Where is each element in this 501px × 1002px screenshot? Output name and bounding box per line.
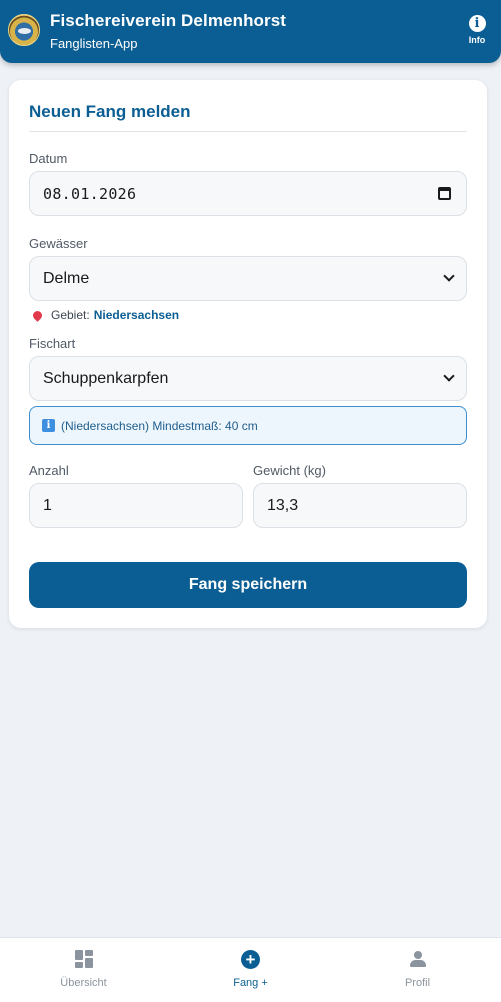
nav-item-profile[interactable]: Profil — [334, 938, 501, 1002]
title-divider — [29, 131, 467, 132]
region-info: Gebiet: Niedersachsen — [31, 308, 179, 322]
min-size-notice: i (Niedersachsen) Mindestmaß: 40 cm — [29, 406, 467, 445]
chevron-down-icon — [443, 270, 455, 282]
count-input[interactable]: 1 — [29, 483, 243, 528]
date-value: 08.01.2026 — [43, 184, 137, 203]
info-label: Info — [468, 35, 486, 45]
nav-label-profile: Profil — [404, 977, 431, 989]
date-label: Datum — [29, 151, 68, 166]
nav-label-add-catch: Fang + — [233, 977, 268, 989]
count-label: Anzahl — [29, 463, 69, 478]
app-title: Fischereiverein Delmenhorst — [50, 11, 287, 30]
fish-label: Fischart — [29, 336, 76, 351]
nav-item-add-catch[interactable]: + Fang + — [167, 938, 334, 1002]
info-icon: i — [468, 15, 486, 32]
date-input[interactable]: 08.01.2026 — [29, 171, 467, 216]
user-icon — [410, 951, 426, 967]
app-header: Fischereiverein Delmenhorst Fanglisten-A… — [0, 0, 501, 63]
pin-icon — [31, 308, 44, 322]
bottom-nav: Übersicht + Fang + Profil — [0, 937, 501, 1002]
fish-value: Schuppenkarpfen — [43, 369, 169, 387]
fish-select[interactable]: Schuppenkarpfen — [29, 356, 467, 401]
club-logo — [8, 14, 40, 46]
calendar-icon[interactable] — [438, 187, 451, 200]
count-value: 1 — [43, 496, 52, 514]
plus-circle-icon: + — [241, 950, 260, 969]
water-select[interactable]: Delme — [29, 256, 467, 301]
dashboard-icon — [75, 950, 93, 968]
info-icon: i — [42, 419, 55, 432]
app-subtitle: Fanglisten-App — [50, 36, 138, 51]
region-prefix: Gebiet: — [51, 308, 90, 322]
weight-value: 13,3 — [267, 496, 299, 514]
form-title: Neuen Fang melden — [29, 102, 191, 121]
info-button[interactable]: i Info — [462, 15, 492, 51]
chevron-down-icon — [443, 370, 455, 382]
nav-label-overview: Übersicht — [60, 977, 107, 989]
nav-item-overview[interactable]: Übersicht — [0, 938, 167, 1002]
save-catch-button[interactable]: Fang speichern — [29, 562, 467, 608]
water-label: Gewässer — [29, 236, 88, 251]
weight-label: Gewicht (kg) — [253, 463, 326, 478]
region-value: Niedersachsen — [93, 308, 180, 322]
water-value: Delme — [43, 269, 90, 287]
notice-text: (Niedersachsen) Mindestmaß: 40 cm — [61, 418, 258, 433]
catch-form-card: Neuen Fang melden Datum 08.01.2026 Gewäs… — [9, 80, 487, 628]
weight-input[interactable]: 13,3 — [253, 483, 467, 528]
